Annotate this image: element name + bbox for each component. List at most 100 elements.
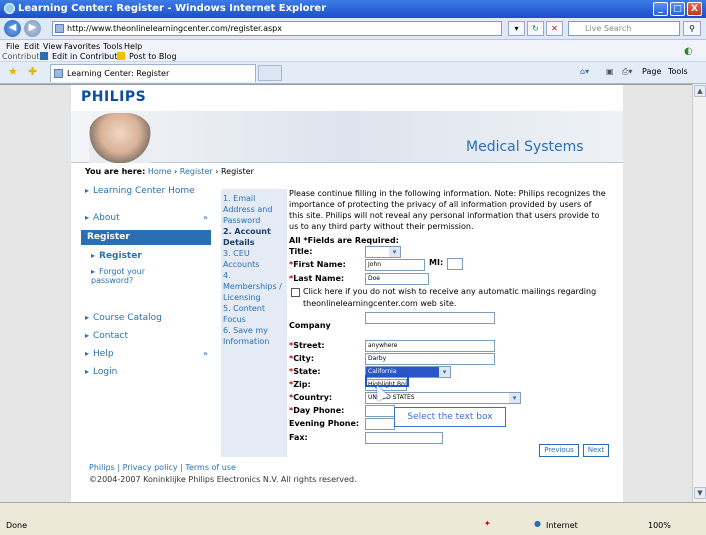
nav-login[interactable]: Login (85, 367, 117, 377)
breadcrumb-home[interactable]: Home (148, 167, 172, 176)
street-field[interactable]: anywhere (365, 340, 495, 352)
nav-learning-center-home[interactable]: Learning Center Home (85, 186, 205, 196)
minimize-button[interactable]: _ (653, 2, 668, 16)
step-5[interactable]: 5. Content Focus (223, 303, 285, 325)
mi-field[interactable] (447, 258, 463, 270)
nav-about-expand-icon[interactable]: » (203, 213, 208, 222)
nav-help-expand-icon[interactable]: » (203, 349, 208, 358)
previous-button[interactable]: Previous (539, 444, 579, 457)
contribute-label: Contribute (2, 52, 45, 61)
nav-about-label: About (93, 213, 120, 223)
tab-page-icon (54, 69, 63, 78)
address-bar[interactable]: http://www.theonlinelearningcenter.com/r… (52, 21, 502, 36)
philips-logo[interactable]: PHILIPS (81, 89, 146, 105)
title-label: Title: (289, 247, 313, 256)
company-field[interactable] (365, 312, 495, 324)
registration-steps: 1. Email Address and Password 2. Account… (221, 189, 287, 457)
footer-links[interactable]: Philips | Privacy policy | Terms of use (89, 463, 236, 472)
vertical-scrollbar[interactable]: ▲ ▼ (692, 84, 706, 502)
nav-register-sub-label: Register (99, 251, 142, 261)
mailings-label: Click here if you do not wish to receive… (303, 287, 597, 308)
search-icon[interactable]: ⚲ (683, 21, 701, 36)
evening-phone-field[interactable] (365, 418, 395, 430)
nav-register[interactable]: Register (81, 230, 211, 245)
security-icon[interactable]: ✦ (484, 519, 491, 528)
menu-tools[interactable]: Tools (103, 42, 123, 51)
menu-edit[interactable]: Edit (24, 42, 40, 51)
zoom-level[interactable]: 100% (648, 521, 671, 530)
tab-label: Learning Center: Register (67, 69, 170, 78)
next-button[interactable]: Next (583, 444, 609, 457)
menu-view[interactable]: View (43, 42, 62, 51)
edit-in-contribute-button[interactable]: Edit in Contribute (52, 52, 122, 61)
step-4[interactable]: 4. Memberships / Licensing (223, 270, 285, 303)
fax-label: Fax: (289, 433, 308, 442)
breadcrumb-current: Register (220, 167, 254, 176)
step-3[interactable]: 3. CEU Accounts (223, 248, 285, 270)
step-2: 2. Account Details (223, 227, 271, 247)
banner-title: Medical Systems (466, 139, 584, 155)
banner-photo (89, 113, 151, 163)
feeds-icon[interactable]: ▣ (606, 67, 614, 76)
post-to-blog-button[interactable]: Post to Blog (129, 52, 177, 61)
tab-bar: ★ ✚ Learning Center: Register ⌂▾ ▣ ⎙▾ Pa… (0, 62, 706, 84)
nav-learning-center-home-label: Learning Center Home (93, 186, 195, 196)
breadcrumb-register[interactable]: Register (180, 167, 213, 176)
add-favorite-icon[interactable]: ✚ (28, 65, 37, 78)
zip-label: *Zip: (289, 380, 311, 389)
first-name-field[interactable]: John (365, 259, 425, 271)
web-page: PHILIPS Medical Systems You are here: Ho… (71, 85, 623, 502)
scroll-down-icon[interactable]: ▼ (694, 487, 706, 499)
title-select[interactable]: ▾ (365, 246, 401, 258)
step-6[interactable]: 6. Save my Information (223, 325, 285, 347)
refresh-icon[interactable]: ↻ (527, 21, 544, 36)
chevron-down-icon: ▾ (439, 367, 450, 377)
company-label: Company (289, 321, 331, 330)
new-tab-button[interactable] (258, 65, 282, 81)
favorites-star-icon[interactable]: ★ (8, 65, 18, 78)
scroll-up-icon[interactable]: ▲ (694, 85, 706, 97)
ie-icon (4, 3, 15, 14)
fax-field[interactable] (365, 432, 443, 444)
nav-login-label: Login (93, 367, 118, 377)
evening-phone-label: Evening Phone: (289, 419, 360, 428)
breadcrumb: You are here: Home › Register › Register (85, 167, 254, 176)
day-phone-label: *Day Phone: (289, 406, 345, 415)
toolbar-options-icon[interactable]: ◐ (684, 46, 693, 57)
nav-contact[interactable]: Contact (85, 331, 128, 341)
chevron-down-icon: ▾ (389, 247, 400, 257)
nav-forgot-password[interactable]: Forgot your password? (91, 267, 161, 285)
page-menu[interactable]: Page (642, 67, 661, 76)
home-icon[interactable]: ⌂▾ (580, 67, 589, 76)
tools-menu[interactable]: Tools (668, 67, 688, 76)
nav-register-sub[interactable]: Register (91, 251, 142, 261)
maximize-button[interactable]: □ (670, 2, 685, 16)
page-icon (55, 24, 64, 33)
tab-learning-center[interactable]: Learning Center: Register (50, 64, 256, 82)
internet-zone-icon: ● (534, 519, 541, 528)
last-name-field[interactable]: Doe (365, 273, 429, 285)
day-phone-field[interactable] (365, 405, 395, 417)
search-input[interactable]: Live Search (568, 21, 680, 36)
mailings-checkbox[interactable] (291, 288, 300, 297)
back-button[interactable]: ◀ (4, 20, 21, 37)
header-banner (71, 111, 623, 163)
menu-file[interactable]: File (6, 42, 19, 51)
nav-help-label: Help (93, 349, 114, 359)
highlight-box (365, 375, 409, 387)
nav-course-catalog[interactable]: Course Catalog (85, 313, 162, 323)
city-field[interactable]: Darby (365, 353, 495, 365)
address-dropdown-icon[interactable]: ▾ (508, 21, 525, 36)
stop-icon[interactable]: ✕ (546, 21, 563, 36)
step-1[interactable]: 1. Email Address and Password (223, 193, 285, 226)
close-button[interactable]: X (687, 2, 702, 16)
menu-bar: File Edit View Favorites Tools Help Cont… (0, 40, 706, 62)
nav-help[interactable]: Help (85, 349, 114, 359)
forward-button[interactable]: ▶ (24, 20, 41, 37)
country-select[interactable]: UNITED STATES ▾ (365, 392, 521, 404)
nav-about[interactable]: About (85, 213, 120, 223)
print-icon[interactable]: ⎙▾ (622, 67, 632, 77)
menu-help[interactable]: Help (124, 42, 142, 51)
nav-contact-label: Contact (93, 331, 129, 341)
menu-favorites[interactable]: Favorites (64, 42, 100, 51)
